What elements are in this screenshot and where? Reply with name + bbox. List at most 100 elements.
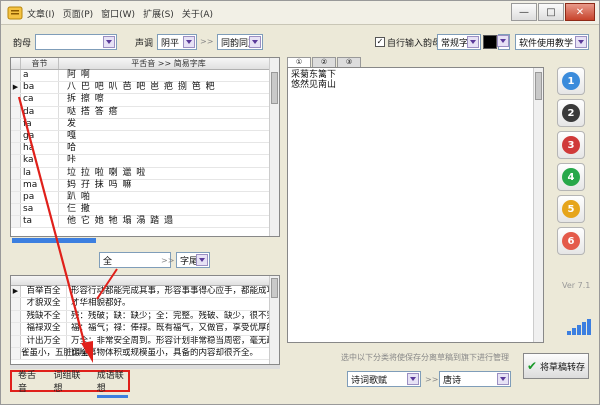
side-button-5[interactable]: 5 xyxy=(557,195,585,223)
scroll-thumb[interactable] xyxy=(271,72,278,104)
scroll-thumb[interactable] xyxy=(535,72,542,100)
tab-retroflex[interactable]: 卷舌音 xyxy=(18,368,41,394)
syllable-row[interactable]: ma 妈 孖 抹 吗 嘛 xyxy=(11,179,279,192)
syllable-cell: ta xyxy=(21,216,59,228)
idiom-row[interactable]: 雀虽小，五脏俱全 比喻事物体积或规模虽小，具备的内容却很齐全。 xyxy=(11,347,279,361)
syllable-row[interactable]: a阿 啊 xyxy=(11,70,279,83)
idiom-row[interactable]: 残缺不全 残：残破；缺：缺少；全：完整。残破、缺少，很不完整。 xyxy=(11,310,279,324)
side-button-2[interactable]: 2 xyxy=(557,99,585,127)
side-button-6[interactable]: 6 xyxy=(557,227,585,255)
syllable-row[interactable]: sa 仨 撒 xyxy=(11,204,279,217)
idiom-cell: 雀虽小，五脏俱全 xyxy=(21,347,90,360)
syllable-cell: la xyxy=(21,167,59,179)
syllable-row[interactable]: fa 发 xyxy=(11,118,279,131)
color-swatch[interactable] xyxy=(483,35,497,49)
row-indicator xyxy=(11,347,21,360)
number-circle-icon: 3 xyxy=(562,136,580,154)
editor-tab-3[interactable]: ③ xyxy=(337,57,361,67)
scroll-thumb[interactable] xyxy=(271,278,278,298)
position-select[interactable]: 字尾 xyxy=(176,252,210,268)
syllable-row[interactable]: la 垃 拉 啦 喇 邋 啦 xyxy=(11,167,279,180)
syllable-cell: ca xyxy=(21,94,59,106)
menu-about[interactable]: 关于(A) xyxy=(182,7,213,20)
row-indicator xyxy=(11,323,21,335)
menu-article[interactable]: 文章(I) xyxy=(27,7,55,20)
syllable-cell: pa xyxy=(21,191,59,204)
definition-cell: 比喻事物体积或规模虽小，具备的内容却很齐全。 xyxy=(71,347,259,358)
menu-window[interactable]: 窗口(W) xyxy=(101,7,135,20)
tab-idiom-association[interactable]: 成语联想 xyxy=(96,368,129,398)
editor-tab-2[interactable]: ② xyxy=(312,57,336,67)
idiom-grid[interactable]: ▶ 百举百全 形容行动都能完成其事，形容事事得心应手，都能成功。 才貌双全 才华相貌都好… xyxy=(10,275,280,365)
rhyme-select[interactable] xyxy=(35,34,117,50)
syllable-row[interactable]: pa 趴 啪 xyxy=(11,191,279,205)
chevrons-text: >> xyxy=(161,256,175,265)
number-circle-icon: 6 xyxy=(562,232,580,250)
tab-phrase-association[interactable]: 词组联想 xyxy=(53,368,84,394)
rhyme-table-select[interactable]: 同韵同声 xyxy=(217,34,263,50)
auto-input-checkbox[interactable]: ✓ xyxy=(375,37,385,47)
signal-bars-icon xyxy=(567,319,591,335)
side-button-4[interactable]: 4 xyxy=(557,163,585,191)
idiom-row[interactable]: 计出万全 万全：非常安全周到。形容计划非常稳当周密，毫无疏漏。 xyxy=(11,335,279,348)
side-button-1[interactable]: 1 xyxy=(557,67,585,95)
tone-select[interactable]: 阴平 xyxy=(157,34,197,50)
menu-extend[interactable]: 扩展(S) xyxy=(143,7,174,20)
editor-tab-1[interactable]: ① xyxy=(287,57,311,67)
definition-cell: 万全：非常安全周到。形容计划非常稳当周密，毫无疏漏。 xyxy=(71,335,279,346)
syllable-row[interactable]: ta 他 它 她 牠 塌 溻 踏 遢 xyxy=(11,216,279,229)
idiom-scrollbar[interactable] xyxy=(269,276,279,364)
row-indicator xyxy=(11,130,21,143)
syllable-row[interactable]: ▶ ba 八 巴 吧 叭 芭 吧 岜 疤 捌 笆 粑 xyxy=(11,82,279,95)
close-button[interactable]: ✕ xyxy=(565,3,595,21)
chars-cell: 哈 xyxy=(67,143,78,154)
syllable-grid[interactable]: 音节 平舌音 >> 简易字库 a 阿 啊 ▶ ba 八 巴 吧 叭 芭 吧 岜 疤 捌 … xyxy=(10,57,280,237)
row-indicator xyxy=(11,94,21,106)
side-button-3[interactable]: 3 xyxy=(557,131,585,159)
chars-cell: 发 xyxy=(67,118,78,129)
editor-scrollbar[interactable] xyxy=(533,68,543,342)
chars-cell: 八 巴 吧 叭 芭 吧 岜 疤 捌 笆 粑 xyxy=(67,82,216,93)
maximize-button[interactable]: □ xyxy=(538,3,564,21)
idiom-row[interactable]: 才貌双全 才华相貌都好。 xyxy=(11,298,279,311)
dropdown-arrow-icon xyxy=(183,36,195,48)
row-indicator: ▶ xyxy=(11,286,21,298)
category-select[interactable]: 诗词歌赋 xyxy=(347,371,421,387)
color-dropdown[interactable] xyxy=(497,34,510,50)
dropdown-arrow-icon xyxy=(407,373,419,385)
chars-cell: 仨 撒 xyxy=(67,204,91,215)
chars-cell: 拆 擦 嚓 xyxy=(67,94,105,105)
syllable-cell: ma xyxy=(21,179,59,191)
editor-textarea[interactable]: 采菊东篱下 悠然见南山 xyxy=(287,67,544,343)
syllable-cell: da xyxy=(21,106,59,118)
row-indicator xyxy=(11,179,21,191)
idiom-hscroll[interactable] xyxy=(10,365,280,369)
syllable-row[interactable]: ca 拆 擦 嚓 xyxy=(11,94,279,107)
definition-cell: 才华相貌都好。 xyxy=(71,298,131,309)
grid-scrollbar[interactable] xyxy=(269,58,279,236)
auto-input-label: 自行输入韵母 xyxy=(387,39,442,49)
idiom-row[interactable]: 福禄双全 福：福气；禄：俸禄。既有福气，又做官，享受优厚的俸禄。 xyxy=(11,323,279,336)
syllable-row[interactable]: ga 嘎 xyxy=(11,130,279,144)
dropdown-arrow-icon xyxy=(497,373,509,385)
usage-select[interactable]: 软件使用教学 xyxy=(515,34,589,50)
font-select[interactable]: 常规字体 xyxy=(437,34,481,50)
syllable-row[interactable]: ka 咔 xyxy=(11,155,279,168)
menu-page[interactable]: 页面(P) xyxy=(63,7,93,20)
syllable-row[interactable]: da 哒 搭 答 瘩 xyxy=(11,106,279,119)
definition-cell: 福：福气；禄：俸禄。既有福气，又做官，享受优厚的俸禄。 xyxy=(71,323,279,334)
subcategory-select[interactable]: 唐诗 xyxy=(439,371,511,387)
minimize-button[interactable]: — xyxy=(511,3,537,21)
dropdown-arrow-icon xyxy=(467,36,479,48)
syllable-row[interactable]: ha 哈 xyxy=(11,143,279,156)
chevrons-text: >> xyxy=(200,37,214,46)
row-indicator xyxy=(11,167,21,179)
grid-hscroll-bar[interactable] xyxy=(12,238,96,243)
idiom-row[interactable]: ▶ 百举百全 形容行动都能完成其事，形容事事得心应手，都能成功。 xyxy=(11,286,279,299)
row-indicator xyxy=(11,298,21,310)
save-draft-button[interactable]: ✔ 将草稿转存 xyxy=(523,353,589,379)
chars-cell: 嘎 xyxy=(67,130,78,141)
toolbar: 韵母 声调 阴平 >> 同韵同声 ✓ 自行输入韵母 常规字体 软件使用教学 xyxy=(1,29,599,53)
chars-cell: 哒 搭 答 瘩 xyxy=(67,106,119,117)
syllable-cell: ka xyxy=(21,155,59,167)
